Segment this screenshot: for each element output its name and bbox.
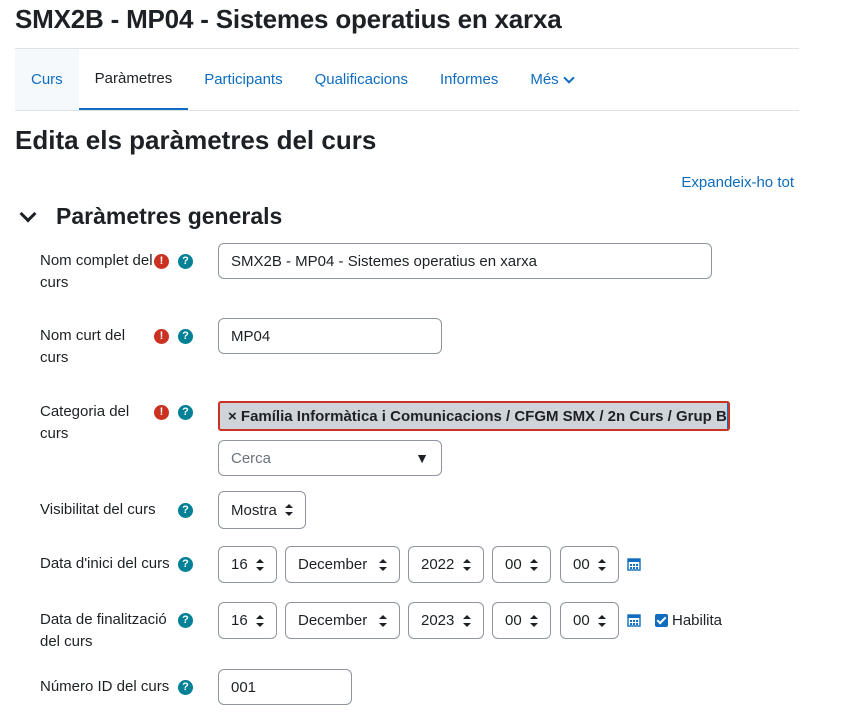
page-title: SMX2B - MP04 - Sistemes operatius en xar… bbox=[15, 4, 562, 34]
calendar-icon[interactable] bbox=[627, 557, 641, 571]
enddate-month-select[interactable]: December bbox=[285, 602, 400, 639]
startdate-day-select[interactable]: 16 bbox=[218, 546, 277, 583]
fullname-label: Nom complet del curs bbox=[40, 252, 153, 291]
tab-mes-label: Més bbox=[530, 71, 559, 88]
updown-icon bbox=[256, 558, 264, 571]
updown-icon bbox=[379, 558, 387, 571]
startdate-day-value: 16 bbox=[231, 556, 248, 573]
category-selected-badge[interactable]: × Família Informàtica i Comunicacions / … bbox=[218, 401, 730, 431]
visibility-value: Mostra bbox=[231, 501, 277, 519]
updown-icon bbox=[256, 614, 264, 627]
edit-heading: Edita els paràmetres del curs bbox=[15, 125, 377, 155]
category-label: Categoria del curs bbox=[40, 403, 130, 442]
tab-qualificacions[interactable]: Qualificacions bbox=[299, 49, 424, 110]
course-nav-tabs: Curs Paràmetres Participants Qualificaci… bbox=[15, 48, 799, 111]
help-icon[interactable]: ? bbox=[178, 680, 193, 695]
enddate-minute-select[interactable]: 00 bbox=[560, 602, 619, 639]
enddate-year-value: 2023 bbox=[421, 612, 455, 629]
enddate-minute-value: 00 bbox=[573, 612, 590, 629]
required-icon: ! bbox=[154, 254, 169, 269]
expand-all-link[interactable]: Expandeix-ho tot bbox=[681, 174, 794, 191]
help-icon[interactable]: ? bbox=[178, 329, 193, 344]
updown-icon bbox=[285, 504, 293, 516]
updown-icon bbox=[379, 614, 387, 627]
general-section-title: Paràmetres generals bbox=[56, 203, 283, 229]
enddate-year-select[interactable]: 2023 bbox=[408, 602, 484, 639]
help-icon[interactable]: ? bbox=[178, 405, 193, 420]
tab-parametres[interactable]: Paràmetres bbox=[78, 49, 189, 110]
updown-icon bbox=[463, 614, 471, 627]
help-icon[interactable]: ? bbox=[178, 503, 193, 518]
updown-icon bbox=[530, 558, 538, 571]
help-icon[interactable]: ? bbox=[178, 613, 193, 628]
startdate-label: Data d'inici del curs bbox=[40, 555, 170, 572]
startdate-year-value: 2022 bbox=[421, 556, 455, 573]
enddate-day-select[interactable]: 16 bbox=[218, 602, 277, 639]
updown-icon bbox=[463, 558, 471, 571]
idnumber-label: Número ID del curs bbox=[40, 678, 170, 695]
startdate-hour-value: 00 bbox=[505, 556, 522, 573]
help-icon[interactable]: ? bbox=[178, 254, 193, 269]
required-icon: ! bbox=[154, 329, 169, 344]
enddate-enable-label[interactable]: Habilita bbox=[672, 612, 722, 629]
startdate-month-select[interactable]: December bbox=[285, 546, 400, 583]
tab-mes[interactable]: Més bbox=[514, 49, 588, 110]
tab-curs[interactable]: Curs bbox=[15, 49, 79, 110]
visibility-select[interactable]: Mostra bbox=[218, 491, 306, 529]
calendar-icon[interactable] bbox=[627, 613, 641, 627]
category-search-select[interactable]: Cerca ▼ bbox=[218, 440, 442, 476]
chevron-down-icon bbox=[563, 71, 575, 84]
fullname-input[interactable]: SMX2B - MP04 - Sistemes operatius en xar… bbox=[218, 243, 712, 279]
category-search-placeholder: Cerca bbox=[231, 449, 272, 467]
general-section-toggle[interactable]: Paràmetres generals bbox=[19, 203, 283, 230]
startdate-minute-value: 00 bbox=[573, 556, 590, 573]
enddate-enable-checkbox[interactable] bbox=[655, 614, 668, 627]
shortname-input[interactable]: MP04 bbox=[218, 318, 442, 354]
enddate-day-value: 16 bbox=[231, 612, 248, 629]
dropdown-arrow-icon: ▼ bbox=[415, 450, 429, 466]
enddate-month-value: December bbox=[298, 612, 368, 629]
startdate-hour-select[interactable]: 00 bbox=[492, 546, 551, 583]
startdate-year-select[interactable]: 2022 bbox=[408, 546, 484, 583]
updown-icon bbox=[598, 558, 606, 571]
shortname-label: Nom curt del curs bbox=[40, 327, 126, 366]
enddate-hour-value: 00 bbox=[505, 612, 522, 629]
chevron-down-icon bbox=[19, 205, 37, 222]
help-icon[interactable]: ? bbox=[178, 557, 193, 572]
required-icon: ! bbox=[154, 405, 169, 420]
updown-icon bbox=[530, 614, 538, 627]
visibility-label: Visibilitat del curs bbox=[40, 501, 156, 518]
tab-participants[interactable]: Participants bbox=[188, 49, 298, 110]
startdate-month-value: December bbox=[298, 556, 368, 573]
tab-informes[interactable]: Informes bbox=[424, 49, 514, 110]
updown-icon bbox=[598, 614, 606, 627]
enddate-hour-select[interactable]: 00 bbox=[492, 602, 551, 639]
idnumber-input[interactable]: 001 bbox=[218, 669, 352, 705]
enddate-label: Data de finalització del curs bbox=[40, 611, 167, 650]
startdate-minute-select[interactable]: 00 bbox=[560, 546, 619, 583]
